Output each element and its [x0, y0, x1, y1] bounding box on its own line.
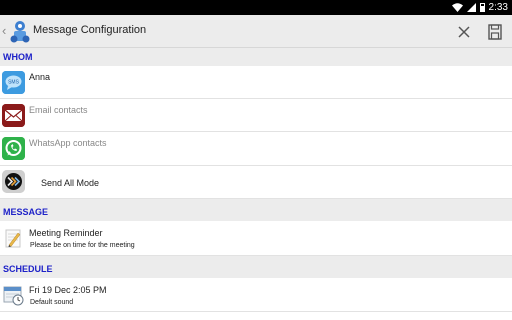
list-bottom [0, 312, 512, 320]
note-edit-icon [2, 227, 25, 250]
action-bar: ‹ Message Configuration [0, 15, 512, 48]
message-body: Please be on time for the meeting [30, 242, 135, 249]
whatsapp-contacts-label: WhatsApp contacts [29, 138, 107, 148]
section-header-message: MESSAGE [0, 203, 512, 221]
section-header-schedule: SCHEDULE [0, 260, 512, 278]
schedule-row[interactable]: Fri 19 Dec 2:05 PM Default sound [0, 278, 512, 312]
back-chevron-icon[interactable]: ‹ [2, 23, 6, 38]
sms-icon: SMS [2, 71, 25, 94]
svg-text:SMS: SMS [8, 80, 20, 86]
message-row[interactable]: Meeting Reminder Please be on time for t… [0, 221, 512, 256]
save-button[interactable] [487, 23, 503, 41]
schedule-datetime: Fri 19 Dec 2:05 PM [29, 285, 107, 295]
app-logo-icon[interactable] [9, 19, 31, 44]
section-header-whom: WHOM [0, 48, 512, 66]
close-button[interactable] [455, 23, 473, 41]
wifi-icon [451, 3, 463, 12]
sms-contact-name: Anna [29, 72, 51, 82]
calendar-clock-icon [2, 284, 25, 307]
message-title: Meeting Reminder [29, 228, 103, 238]
schedule-sound: Default sound [30, 299, 74, 306]
page-title: Message Configuration [33, 24, 147, 36]
email-icon [2, 104, 25, 127]
contact-row-email[interactable]: Email contacts [0, 99, 512, 132]
status-time: 2:33 [488, 2, 508, 13]
send-all-mode-icon [2, 170, 25, 193]
signal-icon [466, 3, 476, 12]
contact-row-sms[interactable]: SMS Anna [0, 66, 512, 99]
send-all-mode-row[interactable]: Send All Mode [0, 166, 512, 199]
email-contacts-label: Email contacts [29, 105, 88, 115]
battery-icon [479, 3, 485, 12]
status-bar: 2:33 [0, 0, 512, 15]
send-all-mode-label: Send All Mode [41, 178, 100, 188]
whatsapp-icon [2, 137, 25, 160]
contact-row-whatsapp[interactable]: WhatsApp contacts [0, 132, 512, 166]
